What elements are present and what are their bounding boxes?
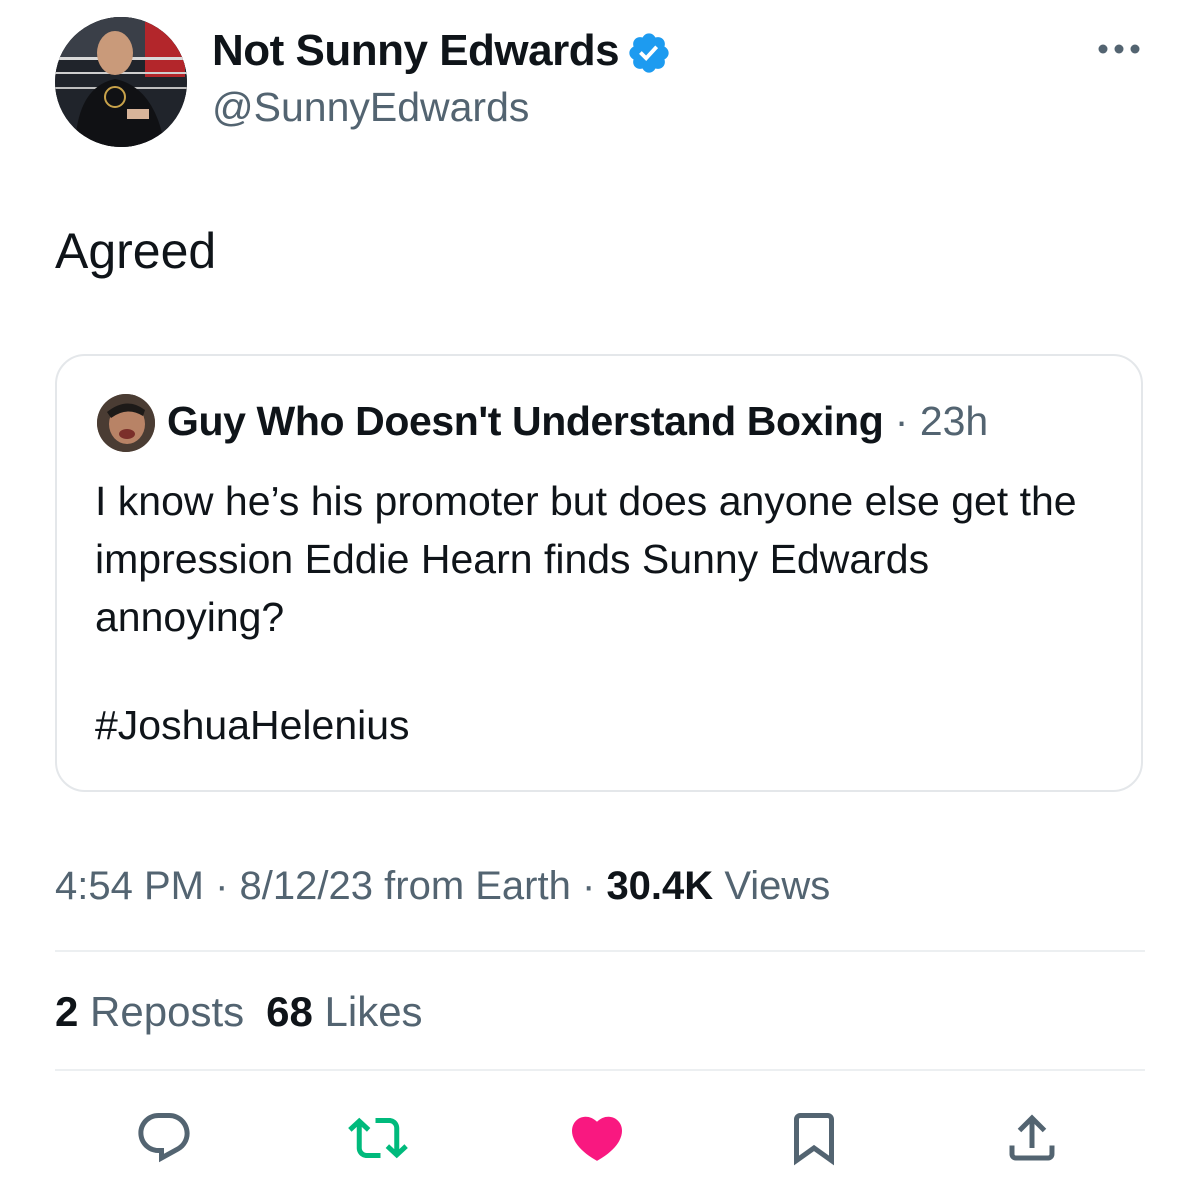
author-avatar[interactable] [55, 17, 187, 147]
divider [55, 950, 1145, 952]
quoted-avatar-photo [97, 394, 155, 452]
verified-badge-icon [626, 30, 672, 76]
tweet-text: Agreed [55, 223, 217, 279]
quoted-timestamp[interactable]: 23h [920, 398, 988, 444]
views-label: Views [724, 864, 831, 908]
author-display-name[interactable]: Not Sunny Edwards [212, 26, 620, 76]
bookmark-icon [794, 1113, 834, 1166]
likes-count: 68 [266, 988, 313, 1035]
quoted-author-avatar[interactable] [97, 394, 155, 452]
reposts-label: Reposts [90, 988, 245, 1035]
author-handle[interactable]: @SunnyEdwards [212, 84, 529, 131]
likes-label: Likes [324, 988, 423, 1035]
quoted-hashtag[interactable]: #JoshuaHelenius [95, 702, 410, 749]
avatar-photo [55, 17, 187, 147]
quoted-author-name[interactable]: Guy Who Doesn't Understand Boxing [167, 398, 884, 444]
quoted-body-text: I know he’s his promoter but does anyone… [95, 478, 1077, 640]
reply-icon [138, 1113, 190, 1163]
tweet-source: from Earth [384, 864, 571, 908]
like-button[interactable] [565, 1106, 629, 1170]
likes-stat[interactable]: 68 Likes [266, 988, 422, 1035]
repost-button[interactable] [346, 1106, 410, 1170]
share-button[interactable] [1000, 1106, 1064, 1170]
quoted-separator: · [894, 398, 909, 444]
meta-separator: · [581, 864, 596, 908]
reposts-stat[interactable]: 2 Reposts [55, 988, 244, 1035]
reply-button[interactable] [132, 1106, 196, 1170]
tweet-time[interactable]: 4:54 PM [55, 864, 204, 908]
quoted-header: Guy Who Doesn't Understand Boxing · 23h [167, 398, 988, 445]
meta-separator: · [215, 864, 229, 908]
views-count: 30.4K [606, 864, 714, 908]
like-icon [571, 1116, 623, 1161]
engagement-stats: 2 Reposts 68 Likes [55, 988, 423, 1036]
bookmark-button[interactable] [782, 1106, 846, 1170]
more-options-icon[interactable] [1096, 36, 1142, 62]
tweet-meta: 4:54 PM · 8/12/23 from Earth · 30.4K Vie… [55, 864, 830, 909]
divider [55, 1069, 1145, 1071]
reposts-count: 2 [55, 988, 79, 1035]
tweet-date[interactable]: 8/12/23 [240, 864, 373, 908]
quoted-tweet-card[interactable]: Guy Who Doesn't Understand Boxing · 23h … [55, 354, 1143, 792]
repost-icon [348, 1117, 408, 1159]
share-icon [1009, 1114, 1055, 1161]
